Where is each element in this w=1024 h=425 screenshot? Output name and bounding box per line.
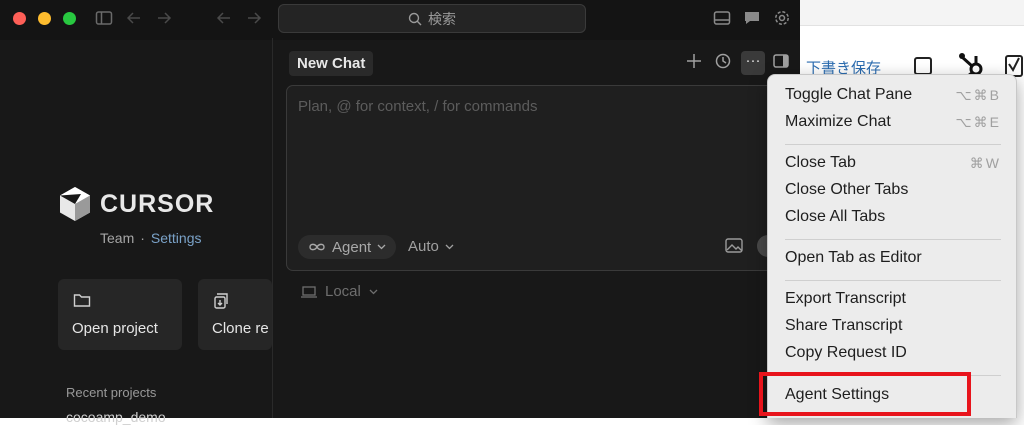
agent-settings-highlight-box [759,372,971,416]
menu-item-label: Open Tab as Editor [785,249,922,266]
sidebar-toggle-icon[interactable] [95,9,113,29]
back-arrow-icon[interactable] [125,9,143,29]
nav-forward-arrow-icon[interactable] [245,9,263,29]
menu-separator [785,144,1001,145]
laptop-icon [301,285,317,298]
settings-link[interactable]: Settings [151,230,202,246]
menu-separator [785,239,1001,240]
chat-pane: New Chat ··· Plan, @ for context, / for … [273,40,800,418]
agent-mode-selector[interactable]: Agent [298,235,397,259]
chevron-down-icon [445,244,454,249]
panel-layout-icon[interactable] [713,9,731,29]
background-toolbar [800,0,1024,26]
menu-item-toggle-chat-pane[interactable]: Toggle Chat Pane ⌥⌘B [785,85,1005,105]
more-dots-icon: ··· [745,52,761,69]
local-label: Local [325,283,361,300]
pane-toggle-icon[interactable] [773,53,789,74]
menu-item-share-transcript[interactable]: Share Transcript [785,316,1005,336]
clone-repo-button[interactable]: Clone re [198,279,272,350]
separator-dot: · [140,230,145,246]
menu-item-label: Close All Tabs [785,208,886,225]
menu-item-label: Toggle Chat Pane [785,86,913,103]
menu-item-label: Copy Request ID [785,344,907,361]
clone-repo-label: Clone re [212,320,269,337]
menu-item-open-tab-as-editor[interactable]: Open Tab as Editor [785,248,1005,268]
search-placeholder: 検索 [428,10,456,27]
image-attach-icon[interactable] [725,238,743,258]
agent-label: Agent [332,238,372,256]
welcome-panel: CURSOR Team · Settings Open project Clone … [0,40,272,425]
team-label: Team [100,230,135,246]
menu-item-label: Close Other Tabs [785,181,909,198]
tab-new-chat[interactable]: New Chat [289,51,374,76]
minimize-window-button[interactable] [38,12,51,25]
menu-item-label: Share Transcript [785,317,903,334]
menu-shortcut: ⌘W [969,155,1001,171]
logo-text: CURSOR [100,189,215,218]
open-project-label: Open project [72,320,158,337]
menu-item-label: Close Tab [785,154,856,171]
chevron-down-icon [369,289,378,294]
environment-selector[interactable]: Local [301,283,378,300]
folder-icon [73,292,91,312]
nav-back-arrow-icon[interactable] [215,9,233,29]
history-clock-icon[interactable] [715,53,731,74]
infinity-icon [309,243,325,251]
search-input[interactable]: 検索 [278,4,586,33]
gear-icon[interactable] [773,9,791,29]
menu-shortcut: ⌥⌘E [955,114,1001,130]
clone-icon [213,292,231,314]
cursor-cube-icon [60,187,90,221]
chat-composer[interactable]: Plan, @ for context, / for commands Agen… [286,85,780,271]
menu-shortcut: ⌥⌘B [955,87,1001,103]
menu-item-export-transcript[interactable]: Export Transcript [785,289,1005,309]
menu-item-close-other-tabs[interactable]: Close Other Tabs [785,180,1005,200]
open-project-button[interactable]: Open project [58,279,182,350]
search-icon [408,12,422,25]
composer-placeholder: Plan, @ for context, / for commands [298,98,538,115]
title-bar: 検索 [0,0,800,38]
more-options-button[interactable]: ··· [741,51,765,75]
close-window-button[interactable] [13,12,26,25]
auto-label: Auto [408,238,439,255]
menu-separator [785,280,1001,281]
cursor-logo: CURSOR [58,186,214,222]
menu-item-close-tab[interactable]: Close Tab ⌘W [785,153,1005,173]
model-selector[interactable]: Auto [408,238,454,255]
account-line: Team · Settings [100,230,202,246]
zoom-window-button[interactable] [63,12,76,25]
forward-arrow-icon[interactable] [155,9,173,29]
recent-projects-title: Recent projects [66,385,157,400]
menu-item-label: Maximize Chat [785,113,891,130]
chevron-down-icon [377,244,386,250]
chat-bubble-icon[interactable] [743,9,761,29]
chat-options-menu: Toggle Chat Pane ⌥⌘B Maximize Chat ⌥⌘E C… [767,74,1017,418]
menu-item-maximize-chat[interactable]: Maximize Chat ⌥⌘E [785,112,1005,132]
recent-project-item[interactable]: cocoamp_demo [66,409,166,425]
plus-icon[interactable] [686,53,702,74]
menu-item-label: Export Transcript [785,290,906,307]
cursor-window: 検索 CURSOR Team · Settings Open project C… [0,0,800,425]
menu-item-close-all-tabs[interactable]: Close All Tabs [785,207,1005,227]
menu-item-copy-request-id[interactable]: Copy Request ID [785,343,1005,363]
